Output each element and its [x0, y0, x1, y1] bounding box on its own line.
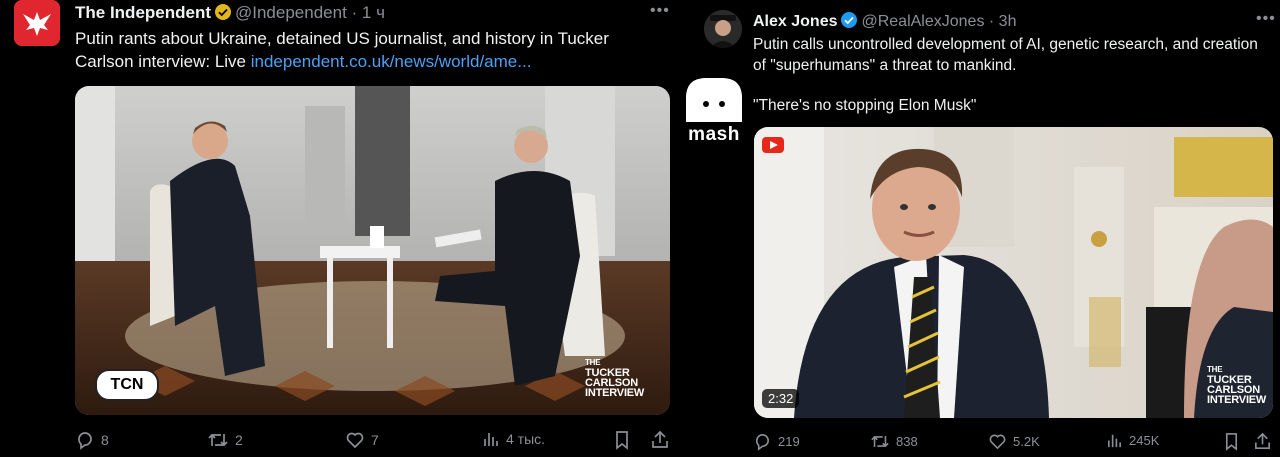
views-button[interactable]: 4 тыс. — [482, 430, 545, 448]
share-button[interactable] — [650, 430, 670, 450]
share-icon — [652, 430, 668, 448]
repost-button[interactable]: 838 — [870, 432, 918, 451]
video-duration: 2:32 — [762, 389, 800, 408]
author-handle[interactable]: @Independent — [235, 3, 347, 22]
heart-icon — [989, 434, 1006, 450]
reply-count: 219 — [778, 434, 800, 449]
bookmark-button[interactable] — [1223, 432, 1240, 451]
verified-gold-icon — [214, 3, 232, 26]
alex-jones-avatar-image — [704, 10, 742, 48]
post-link[interactable]: independent.co.uk/news/world/ame... — [251, 52, 532, 71]
tucker-carlson-watermark: THE TUCKER CARLSON INTERVIEW — [1207, 365, 1267, 406]
tcn-logo: TCN — [95, 369, 159, 401]
repost-count: 2 — [235, 432, 243, 448]
like-button[interactable]: 5.2K — [988, 432, 1040, 451]
action-bar: 8 2 7 4 тыс. — [75, 430, 670, 454]
reply-button[interactable]: 219 — [753, 432, 800, 451]
share-button[interactable] — [1253, 432, 1272, 451]
repost-icon — [871, 435, 889, 448]
verified-blue-icon — [840, 11, 858, 34]
view-count: 4 тыс. — [506, 431, 546, 447]
post-text-line2: "There's no stopping Elon Musk" — [753, 97, 977, 114]
post-text: Putin rants about Ukraine, detained US j… — [75, 27, 665, 73]
bookmark-icon — [616, 431, 628, 450]
bookmark-icon — [1225, 433, 1238, 451]
post-time: · 1 ч — [351, 3, 385, 22]
repost-count: 838 — [896, 434, 918, 449]
more-options-icon[interactable]: ••• — [650, 2, 670, 20]
watermark-interview: INTERVIEW — [585, 387, 645, 399]
youtube-icon — [762, 137, 784, 153]
like-button[interactable]: 7 — [345, 430, 379, 450]
views-icon — [1108, 434, 1121, 448]
reply-icon — [78, 432, 92, 450]
tucker-carlson-watermark: THE TUCKER CARLSON INTERVIEW — [585, 358, 645, 399]
post-time: · 3h — [988, 13, 1017, 30]
tweet-independent[interactable]: The Independent @Independent · 1 ч ••• Pu… — [0, 0, 680, 457]
watermark-interview: INTERVIEW — [1207, 394, 1267, 406]
like-count: 5.2K — [1013, 434, 1040, 449]
bookmark-button[interactable] — [613, 430, 631, 450]
heart-icon — [346, 432, 364, 449]
post-text-line1: Putin calls uncontrolled development of … — [753, 36, 1258, 74]
video-frame — [754, 127, 1273, 418]
interview-photo — [75, 86, 670, 415]
view-count: 245K — [1129, 433, 1160, 448]
avatar[interactable] — [14, 0, 60, 46]
action-bar: 219 838 5.2K 245K — [753, 432, 1273, 454]
views-button[interactable]: 245K — [1106, 432, 1159, 449]
repost-icon — [208, 433, 228, 447]
repost-button[interactable]: 2 — [207, 430, 243, 450]
reply-button[interactable]: 8 — [75, 430, 109, 450]
more-options-icon[interactable]: ••• — [1256, 10, 1276, 28]
post-image[interactable]: TCN THE TUCKER CARLSON INTERVIEW — [75, 86, 670, 415]
like-count: 7 — [371, 432, 379, 448]
reply-icon — [755, 434, 769, 451]
avatar[interactable] — [704, 10, 742, 48]
tweet-alex-jones[interactable]: Alex Jones @RealAlexJones · 3h ••• Putin … — [690, 0, 1280, 457]
post-video[interactable]: 2:32 THE TUCKER CARLSON INTERVIEW — [754, 127, 1273, 418]
views-icon — [484, 433, 498, 446]
eagle-logo-icon — [14, 0, 60, 46]
author-name[interactable]: The Independent — [75, 3, 211, 22]
author-name[interactable]: Alex Jones — [753, 13, 837, 30]
share-icon — [1255, 432, 1270, 449]
author-handle[interactable]: @RealAlexJones — [861, 13, 984, 30]
reply-count: 8 — [101, 432, 109, 448]
